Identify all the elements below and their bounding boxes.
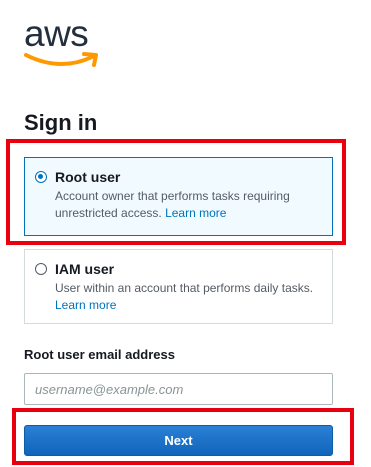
root-user-option[interactable]: Root user Account owner that performs ta… (24, 157, 333, 236)
root-user-radio[interactable] (35, 171, 47, 183)
iam-user-description: User within an account that performs dai… (55, 280, 322, 314)
iam-user-radio[interactable] (35, 263, 47, 275)
iam-user-learn-more-link[interactable]: Learn more (55, 298, 116, 312)
page-title: Sign in (24, 110, 98, 135)
next-button[interactable]: Next (24, 425, 333, 456)
iam-user-option[interactable]: IAM user User within an account that per… (24, 249, 333, 324)
amazon-smile-arrow-icon (24, 52, 98, 67)
email-field[interactable] (24, 373, 333, 405)
sign-in-page: aws Sign in Root user Account owner that… (0, 0, 371, 467)
iam-user-description-text: User within an account that performs dai… (55, 281, 314, 295)
email-field-label: Root user email address (24, 347, 175, 362)
root-user-learn-more-link[interactable]: Learn more (165, 206, 226, 220)
root-user-description: Account owner that performs tasks requir… (55, 188, 322, 222)
root-user-label: Root user (55, 169, 121, 185)
iam-user-label: IAM user (55, 261, 115, 277)
aws-logo: aws (24, 14, 108, 72)
